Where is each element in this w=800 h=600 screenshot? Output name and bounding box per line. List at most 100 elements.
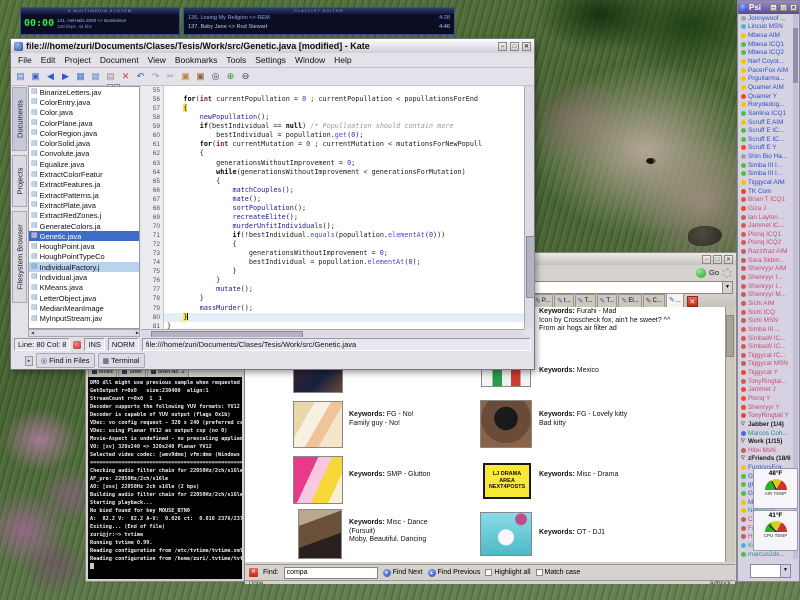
psi-titlebar[interactable]: Psi − □ ✕ <box>738 1 799 14</box>
toolbar-redo-button[interactable]: ↷ <box>149 70 162 83</box>
roster-contact[interactable]: Jammet IC... <box>739 221 793 230</box>
roster-contact[interactable]: Tiggycat AIM <box>739 178 793 187</box>
kate-titlebar[interactable]: file:///home/zuri/Documents/Clases/Tesis… <box>11 39 534 53</box>
psi-maximize-button[interactable]: □ <box>780 4 787 11</box>
roster-contact[interactable]: TonyRingtai... <box>739 377 793 386</box>
roster-contact[interactable]: Plonq ICQ2 <box>739 239 793 248</box>
sidebar-tab-documents[interactable]: Documents <box>12 87 27 151</box>
find-close-icon[interactable]: ✕ <box>249 568 258 577</box>
toolbar-cut-button[interactable]: ✂ <box>164 70 177 83</box>
kate-minimize-button[interactable]: − <box>498 42 507 51</box>
roster-contact[interactable]: TonyRingtail Y <box>739 411 793 420</box>
roster-contact[interactable]: Simba III I... <box>739 170 793 179</box>
roster-contact[interactable]: Sichi MSN <box>739 316 793 325</box>
go-button[interactable]: Go <box>709 268 719 277</box>
file-item[interactable]: ▤ColorRegion.java <box>29 128 139 138</box>
browser-minimize-button[interactable]: − <box>702 255 711 264</box>
document-list-hscrollbar[interactable]: ◀▶ <box>28 329 140 337</box>
kate-maximize-button[interactable]: □ <box>510 42 519 51</box>
roster-contact[interactable]: Scruff E AIM <box>739 118 793 127</box>
browser-scrollbar-thumb[interactable] <box>726 315 734 357</box>
find-previous-button[interactable]: ▴Find Previous <box>428 569 481 577</box>
toolbar-back-button[interactable]: ◀ <box>44 70 57 83</box>
toolbar-zoom-out-button[interactable]: ⊖ <box>239 70 252 83</box>
roster-contact[interactable]: Ian Layton ... <box>739 213 793 222</box>
file-item[interactable]: ▤ColorSolid.java <box>29 138 139 148</box>
file-item[interactable]: ▤ColorPlane.java <box>29 118 139 128</box>
browser-scrollbar[interactable] <box>725 307 735 562</box>
sidebar-tab-filesystem-browser[interactable]: Filesystem Browser <box>12 211 27 303</box>
roster-contact[interactable]: Mbesa AIM <box>739 31 793 40</box>
roster-contact[interactable]: SimbaW IC... <box>739 342 793 351</box>
roster-contact[interactable]: Simba III ... <box>739 325 793 334</box>
file-item[interactable]: ▤BinarizeLetters.jav <box>29 87 139 97</box>
editor-vscrollbar-thumb[interactable] <box>526 236 535 298</box>
roster-contact[interactable]: Shenryyr I... <box>739 282 793 291</box>
psi-scrollbar-thumb[interactable] <box>793 28 798 83</box>
roster-contact[interactable]: Tiggycat MSN <box>739 360 793 369</box>
browser-tab[interactable]: ✎El... <box>618 294 641 307</box>
menu-settings[interactable]: Settings <box>255 55 286 65</box>
roster-group-header[interactable]: ▽Jabber (1/4) <box>739 420 793 429</box>
file-item[interactable]: ▤Equalize.java <box>29 159 139 169</box>
file-item[interactable]: ▤MyInputStream.jav <box>29 314 139 324</box>
playlist-entry[interactable]: 137. Baby Jane <> Rod Stewart4:46 <box>184 23 454 32</box>
roster-contact[interactable]: Scruff E Y <box>739 144 793 153</box>
menu-edit[interactable]: Edit <box>41 55 56 65</box>
roster-contact[interactable]: Tiggycat IC... <box>739 351 793 360</box>
roster-contact[interactable]: Shenryyr I... <box>739 273 793 282</box>
file-item[interactable]: ▤MedianMeanImage <box>29 303 139 313</box>
roster-contact[interactable]: Mbesa ICQ1 <box>739 40 793 49</box>
file-item[interactable]: ▤Individual.java <box>29 272 139 282</box>
file-item[interactable]: ▤ExtractPlate.java <box>29 200 139 210</box>
file-item[interactable]: ▤IndividualFactory.j <box>29 262 139 272</box>
toolbar-save-as-button[interactable]: ▦ <box>89 70 102 83</box>
xmms-main-window[interactable]: X MULTIMEDIA SYSTEM 00:00 141. HetHails … <box>20 7 180 35</box>
find-input[interactable]: compa <box>284 567 378 579</box>
roster-contact[interactable]: PacerFox AIM <box>739 66 793 75</box>
menu-window[interactable]: Window <box>295 55 325 65</box>
menu-document[interactable]: Document <box>100 55 139 65</box>
toolbar-forward-button[interactable]: ▶ <box>59 70 72 83</box>
roster-contact[interactable]: Sanlina ICQ1 <box>739 109 793 118</box>
url-dropdown-button[interactable]: ▼ <box>722 282 732 293</box>
file-item[interactable]: ▤ExtractColorFeatur <box>29 169 139 179</box>
tab-scroller-icon[interactable]: ▸ <box>25 356 33 366</box>
xmms-playlist-window[interactable]: PLAYLIST EDITOR 136. Losing My Religion … <box>183 7 455 35</box>
code-editor[interactable]: 5556 for(int currentPopullation = 0 ; cu… <box>141 86 524 329</box>
menu-view[interactable]: View <box>148 55 166 65</box>
roster-contact[interactable]: Shenryyr AIM <box>739 265 793 274</box>
roster-contact[interactable]: Giza J <box>739 204 793 213</box>
playlist-entry[interactable]: 136. Losing My Religion <> REM4:28 <box>184 14 454 23</box>
roster-contact[interactable]: Rorydedog... <box>739 100 793 109</box>
tab-close-icon[interactable]: ✕ <box>687 296 698 307</box>
roster-contact[interactable]: Shenryyr Y <box>739 403 793 412</box>
psi-close-button[interactable]: ✕ <box>790 4 797 11</box>
roster-contact[interactable]: Scruff E IC... <box>739 135 793 144</box>
toolbar-save-button[interactable]: ▦ <box>74 70 87 83</box>
terminal-output[interactable]: DMO dll might use previous sample when r… <box>88 377 242 579</box>
browser-tab[interactable]: ✎C... <box>643 294 665 307</box>
browser-tab[interactable]: ✎... <box>666 293 684 307</box>
match-case-checkbox[interactable]: Match case <box>536 569 581 576</box>
psi-minimize-button[interactable]: − <box>770 4 777 11</box>
menu-tools[interactable]: Tools <box>226 55 246 65</box>
psi-status-selector[interactable]: ▼ <box>750 564 791 578</box>
toolbar-undo-button[interactable]: ↶ <box>134 70 147 83</box>
toolbar-zoom-in-button[interactable]: ⊕ <box>224 70 237 83</box>
roster-contact[interactable]: Brian T ICQ1 <box>739 195 793 204</box>
toolbar-open-folder-button[interactable]: ▣ <box>29 70 42 83</box>
editor-vscrollbar[interactable] <box>524 86 534 329</box>
roster-contact[interactable]: Lincub MSN <box>739 23 793 32</box>
menu-project[interactable]: Project <box>64 55 90 65</box>
roster-contact[interactable]: Plonq Y <box>739 394 793 403</box>
file-item[interactable]: ▤ExtractPatterns.ja <box>29 190 139 200</box>
tool-tab-terminal[interactable]: ▦Terminal <box>98 353 145 368</box>
adblock-label[interactable]: Adblock <box>710 581 731 584</box>
terminal-window[interactable]: Music Shell Shell No. 2 DMO dll might us… <box>85 363 245 582</box>
file-item[interactable]: ▤HoughPointTypeCo <box>29 252 139 262</box>
file-item[interactable]: ▤ExtractFeatures.ja <box>29 180 139 190</box>
roster-contact[interactable]: Jonnywoof ... <box>739 14 793 23</box>
roster-contact[interactable]: Hitei MsN <box>739 446 793 455</box>
toolbar-find-button[interactable]: ◎ <box>209 70 222 83</box>
